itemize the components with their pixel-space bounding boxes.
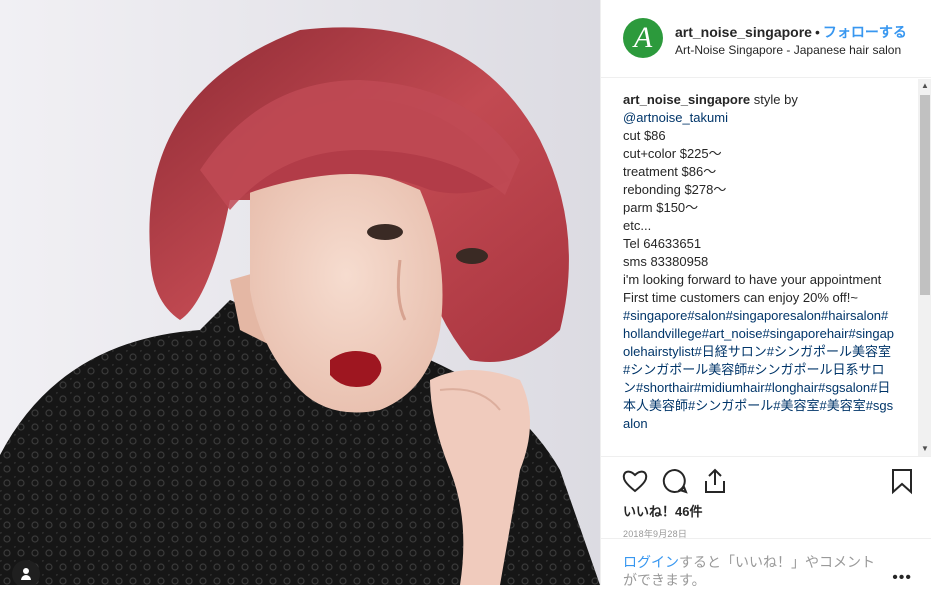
login-message: ログインすると「いいね！」やコメントができます。 bbox=[623, 553, 883, 589]
bookmark-icon[interactable] bbox=[888, 467, 916, 495]
comment-icon[interactable] bbox=[661, 467, 689, 495]
post-header: A art_noise_singapore • フォローする Art-Noise S… bbox=[601, 0, 931, 78]
post-actions: いいね！46件 2018年9月28日 bbox=[601, 456, 931, 539]
portrait-image bbox=[0, 0, 600, 585]
likes-count[interactable]: いいね！46件 bbox=[623, 501, 702, 520]
caption-line: rebonding $278〜 bbox=[623, 182, 727, 197]
tagged-users-button[interactable] bbox=[12, 560, 40, 585]
heart-icon[interactable] bbox=[621, 467, 649, 495]
user-icon bbox=[23, 568, 29, 574]
post-sidebar: A art_noise_singapore • フォローする Art-Noise S… bbox=[600, 0, 931, 588]
post-photo[interactable] bbox=[0, 0, 600, 585]
mention-link[interactable]: @artnoise_takumi bbox=[623, 109, 895, 127]
caption: art_noise_singapore style by @artnoise_t… bbox=[623, 91, 895, 433]
caption-line: treatment $86〜 bbox=[623, 164, 717, 179]
caption-intro: style by bbox=[750, 92, 798, 107]
caption-line: parm $150〜 bbox=[623, 200, 699, 215]
scroll-down-icon[interactable]: ▼ bbox=[918, 442, 931, 456]
caption-line: cut $86 bbox=[623, 128, 666, 143]
more-options-icon[interactable]: ••• bbox=[892, 569, 912, 587]
caption-scrollbar[interactable]: ▲ ▼ bbox=[918, 79, 931, 456]
caption-line: i'm looking forward to have your appoint… bbox=[623, 272, 882, 287]
caption-line: Tel 64633651 bbox=[623, 236, 702, 251]
hashtag-links[interactable]: #singapore#salon#singaporesalon#hairsalo… bbox=[623, 307, 895, 433]
caption-scroll-area[interactable]: art_noise_singapore style by @artnoise_t… bbox=[601, 79, 931, 456]
caption-line: etc... bbox=[623, 218, 652, 233]
scroll-up-icon[interactable]: ▲ bbox=[918, 79, 931, 93]
scrollbar-thumb[interactable] bbox=[920, 95, 930, 295]
username-link[interactable]: art_noise_singapore bbox=[675, 24, 812, 40]
caption-line: cut+color $225〜 bbox=[623, 146, 722, 161]
follow-button[interactable]: フォローする bbox=[823, 24, 907, 40]
login-prompt: ログインすると「いいね！」やコメントができます。 ••• bbox=[601, 538, 931, 588]
header-title: art_noise_singapore • フォローする bbox=[675, 22, 907, 42]
caption-line: sms 83380958 bbox=[623, 254, 709, 269]
caption-line: First time customers can enjoy 20% off!~ bbox=[623, 290, 858, 305]
caption-username[interactable]: art_noise_singapore bbox=[623, 92, 750, 107]
separator-dot: • bbox=[814, 24, 820, 40]
share-icon[interactable] bbox=[701, 467, 729, 495]
avatar[interactable]: A bbox=[623, 18, 663, 58]
location-link[interactable]: Art-Noise Singapore - Japanese hair salo… bbox=[675, 43, 901, 57]
login-link[interactable]: ログイン bbox=[623, 554, 679, 570]
